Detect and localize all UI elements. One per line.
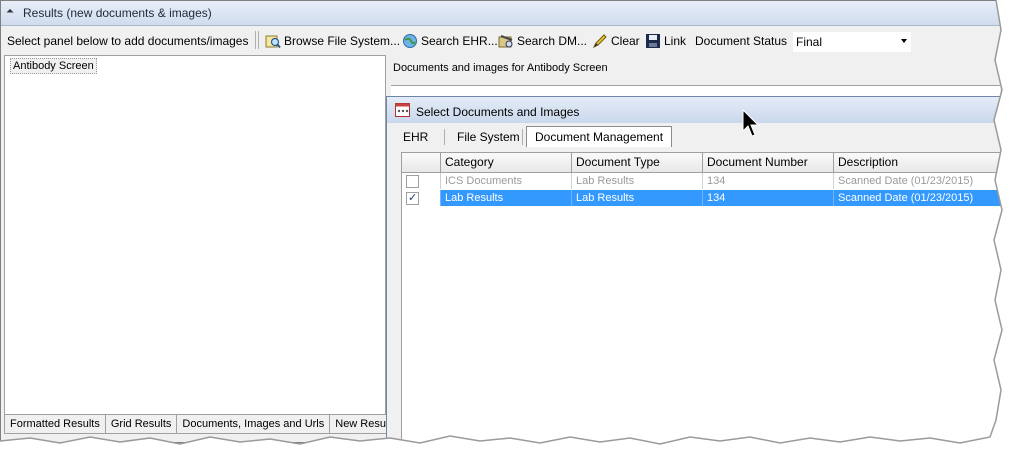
tab-file-system[interactable]: File System	[449, 127, 528, 147]
row-checkbox[interactable]	[406, 175, 419, 188]
document-status-select[interactable]: Final	[792, 31, 912, 53]
collapse-chevron-icon[interactable]: ⏶	[6, 6, 18, 18]
save-disk-icon	[646, 33, 660, 48]
toolbar-separator	[255, 31, 256, 49]
pencil-icon	[592, 34, 607, 48]
browse-folder-icon	[265, 35, 281, 48]
mouse-pointer-icon	[742, 109, 760, 137]
column-header-category[interactable]: Category	[441, 153, 572, 172]
search-ehr-button[interactable]: Search EHR...	[402, 32, 498, 50]
cell-document-number: 134	[703, 190, 834, 206]
link-button[interactable]: Link	[645, 32, 686, 50]
clear-label: Clear	[611, 34, 640, 48]
search-dm-label: Search DM...	[517, 34, 588, 48]
document-status-label: Document Status	[695, 34, 788, 48]
toolbar-separator	[258, 31, 259, 49]
browse-file-system-label: Browse File System...	[284, 34, 401, 48]
table-row[interactable]: Lab Results Lab Results 134 Scanned Date…	[402, 190, 1002, 206]
panel-list: Antibody Screen	[4, 55, 386, 415]
toolbar-prompt: Select panel below to add documents/imag…	[7, 34, 249, 48]
right-panel-label: Documents and images for Antibody Screen	[393, 62, 608, 74]
tab-formatted-results[interactable]: Formatted Results	[4, 415, 106, 434]
documents-grid: Category Document Type Document Number D…	[401, 152, 1002, 443]
table-row[interactable]: ICS Documents Lab Results 134 Scanned Da…	[402, 173, 1002, 189]
tab-documents-images-urls[interactable]: Documents, Images and Urls	[176, 415, 331, 434]
column-header-description[interactable]: Description	[834, 153, 1002, 172]
globe-icon	[403, 33, 417, 48]
list-item[interactable]: Antibody Screen	[10, 58, 97, 74]
cell-category: Lab Results	[441, 190, 572, 206]
tab-document-management[interactable]: Document Management	[526, 126, 673, 147]
search-dm-icon	[498, 34, 513, 48]
cell-document-type: Lab Results	[572, 190, 703, 206]
cell-document-number: 134	[703, 173, 834, 189]
tab-separator	[522, 129, 523, 145]
dialog-tabs: EHR File System Document Management	[387, 125, 1001, 149]
link-label: Link	[664, 34, 687, 48]
cell-category: ICS Documents	[441, 173, 572, 189]
cell-description: Scanned Date (01/23/2015)	[838, 175, 974, 187]
tab-grid-results[interactable]: Grid Results	[104, 415, 178, 434]
column-header-document-number[interactable]: Document Number	[703, 153, 834, 172]
tab-ehr[interactable]: EHR	[395, 127, 436, 147]
cell-document-type: Lab Results	[572, 173, 703, 189]
cell-description: Scanned Date (01/23/2015)	[838, 192, 974, 204]
row-checkbox-cell	[402, 190, 441, 206]
grid-header: Category Document Type Document Number D…	[402, 153, 1002, 173]
document-status-value: Final	[796, 35, 823, 49]
row-checkbox-cell	[402, 173, 441, 189]
browse-file-system-button[interactable]: Browse File System...	[265, 32, 400, 50]
chevron-down-icon[interactable]	[901, 39, 907, 43]
search-dm-button[interactable]: Search DM...	[498, 32, 587, 50]
window-titlebar: ⏶ Results (new documents & images)	[1, 1, 1001, 26]
column-header-document-type[interactable]: Document Type	[572, 153, 703, 172]
checkbox-column-header[interactable]	[402, 153, 441, 172]
select-documents-dialog: Select Documents and Images EHR File Sys…	[386, 96, 1002, 443]
search-ehr-label: Search EHR...	[421, 34, 498, 48]
row-checkbox[interactable]	[406, 190, 419, 206]
window-title: Results (new documents & images)	[23, 6, 212, 20]
dialog-app-icon	[395, 103, 410, 117]
clear-button[interactable]: Clear	[592, 32, 640, 50]
bottom-tabs: Formatted Results Grid Results Documents…	[4, 415, 403, 435]
dialog-titlebar: Select Documents and Images	[387, 97, 1001, 123]
dialog-title: Select Documents and Images	[416, 105, 580, 119]
tab-separator	[444, 129, 445, 145]
